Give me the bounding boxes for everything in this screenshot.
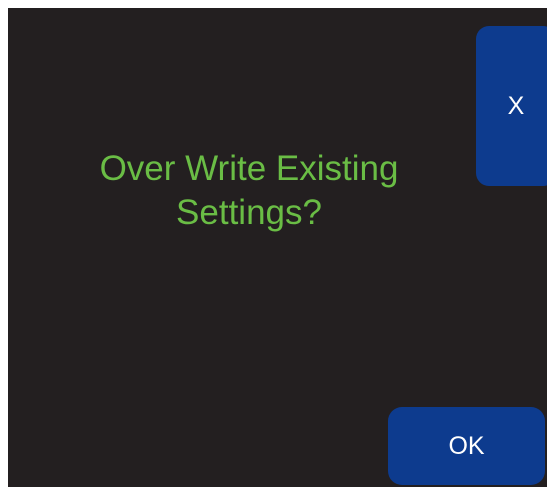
overwrite-confirm-dialog: Over Write Existing Settings? X OK bbox=[8, 8, 547, 487]
ok-button[interactable]: OK bbox=[388, 407, 545, 485]
confirm-message-line-1: Over Write Existing bbox=[99, 149, 399, 188]
confirm-message: Over Write Existing Settings? bbox=[48, 147, 450, 235]
close-button[interactable]: X bbox=[476, 26, 547, 186]
confirm-message-line-2: Settings? bbox=[176, 193, 322, 232]
ok-button-label: OK bbox=[448, 431, 485, 460]
close-button-label: X bbox=[507, 91, 525, 120]
